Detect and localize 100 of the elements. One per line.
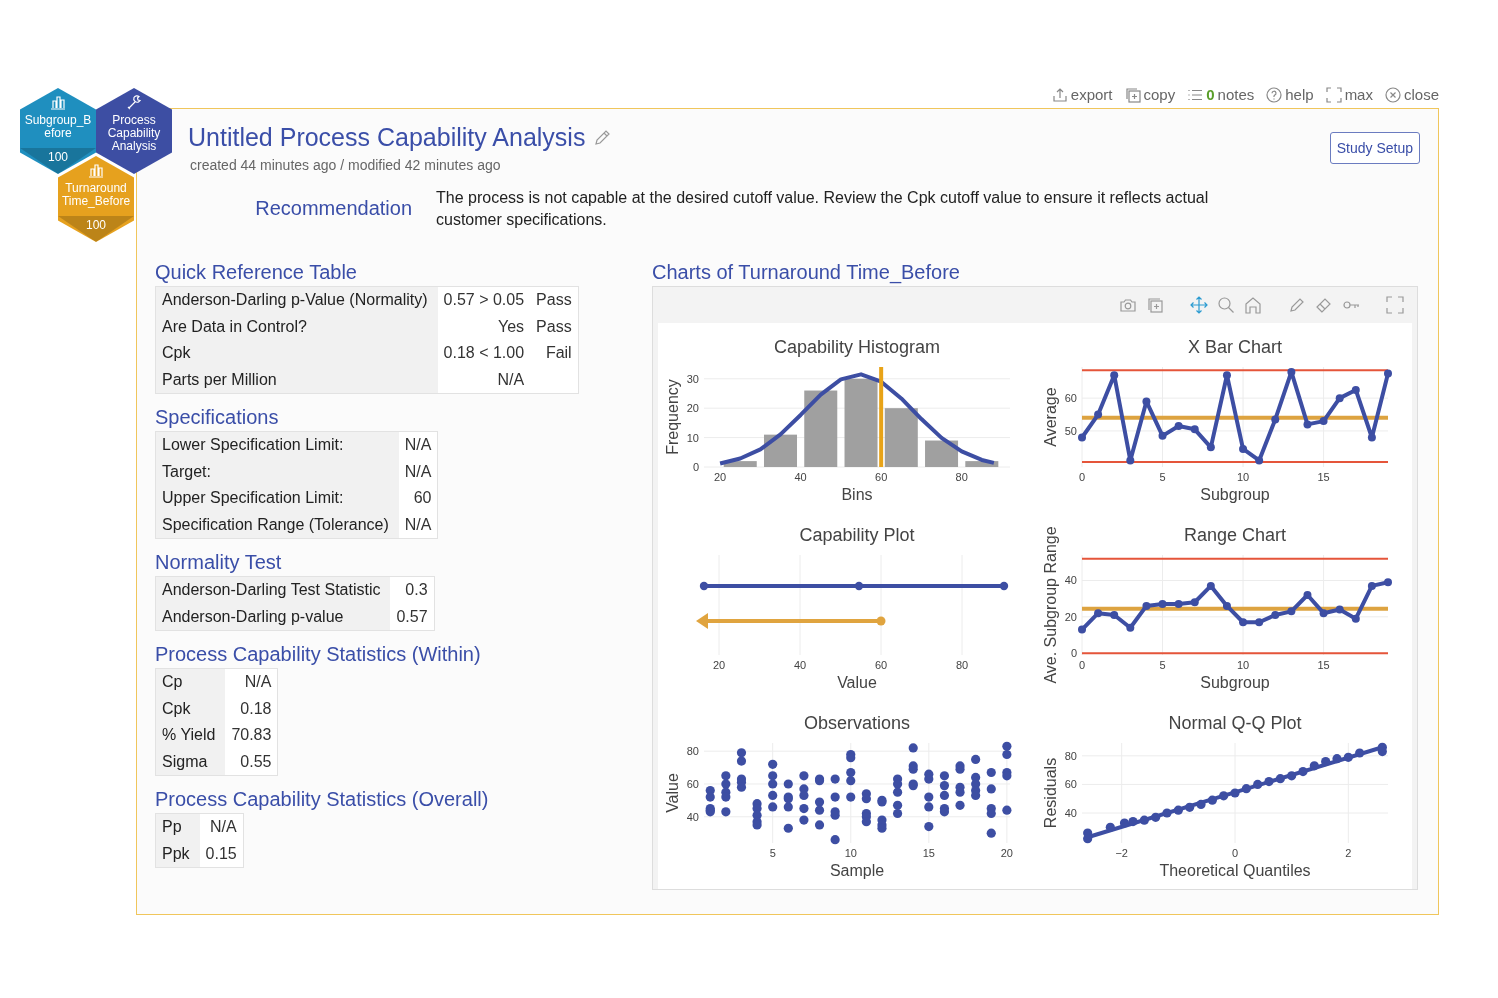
table-cell: N/A [437,366,531,394]
table-cell: Parts per Million [155,366,438,394]
study-timestamp: created 44 minutes ago / modified 42 minutes ago [190,157,502,173]
table-cell: Anderson-Darling Test Statistic [155,576,391,604]
table-cell: Ppk [155,840,200,868]
table-cell: Are Data in Control? [155,313,438,340]
axis-tick-label: 2 [1345,847,1352,859]
table-cell: Sigma [155,748,226,776]
table-title: Quick Reference Table [155,261,358,284]
axis-tick-label: 20 [712,659,726,671]
axis-title: Residuals [1042,757,1059,829]
copy-link[interactable]: copy [1124,86,1176,103]
table-cell: Upper Specification Limit: [155,485,399,512]
table-cell: N/A [398,431,438,459]
table-cell: Pass [530,286,579,314]
axis-tick-label: 40 [1064,574,1077,587]
table-cell: 0.57 > 0.05 [437,286,531,314]
axis-tick-label: −2 [1115,847,1128,859]
axis-title: Subgroup [1200,486,1270,503]
axis-tick-label: 0 [1078,659,1086,671]
axis-title: Frequency [664,379,681,455]
table-cell: Cp [155,668,226,696]
axis-tick-label: 80 [1064,749,1077,762]
table-cell: Anderson-Darling p-Value (Normality) [155,286,438,314]
table-cell: 0.3 [390,576,435,604]
axis-tick-label: 20 [686,402,699,415]
axis-tick-label: 0 [1078,471,1086,483]
table-cell: 60 [398,485,438,512]
chart-title: Range Chart [1183,525,1287,545]
table-cell: 0.15 [199,840,244,868]
axis-tick-label: 10 [844,847,857,859]
table-title: Specifications [155,406,280,429]
table-cell: N/A [225,668,278,696]
help-link[interactable]: help [1266,86,1314,103]
axis-tick-label: 60 [686,778,699,790]
table-cell: 0.55 [225,748,278,776]
max-link[interactable]: max [1325,86,1373,103]
axis-title: Value [837,674,877,691]
table-title: Process Capability Statistics (Overall) [155,788,490,811]
axis-tick-label: 0 [1231,847,1239,859]
axis-tick-label: 10 [1236,471,1250,483]
table-cell: Specification Range (Tolerance) [155,511,399,539]
axis-tick-label: 15 [1317,659,1330,671]
table-cell: Cpk [155,695,226,722]
axis-tick-label: 80 [686,745,699,758]
close-link[interactable]: close [1384,86,1439,103]
axis-title: Sample [829,862,885,879]
axis-tick-label: 5 [1159,659,1166,671]
axis-tick-label: 40 [686,810,699,823]
chart-title: Capability Histogram [773,337,941,357]
table-cell: Yes [437,313,531,340]
table-cell: Pp [155,813,200,841]
recommendation-text: The process is not capable at the desired cutoff value. Review the Cpk cutoff value to ensure it reflects actual customer specifications. [436,188,1210,230]
table-cell: 0.57 [390,603,435,631]
table-title: Process Capability Statistics (Within) [155,643,482,666]
export-link[interactable]: export [1051,86,1113,103]
table-cell: Fail [530,340,579,367]
workflow-node[interactable]: Process Capability Analysis [96,88,172,174]
notes-link[interactable]: 0 notes [1187,86,1255,103]
table-cell: Pass [530,313,579,340]
axis-tick-label: 20 [714,471,727,483]
chart-title: Capability Plot [799,525,915,545]
section-title: Charts of Turnaround Time_Before [652,261,961,284]
axis-title: Subgroup [1200,674,1270,691]
recommendation-heading: Recommendation [254,196,412,221]
axis-tick-label: 60 [1064,392,1077,405]
axis-tick-label: 20 [1064,610,1077,623]
axis-tick-label: 80 [955,659,969,671]
axis-title: Bins [841,486,873,503]
axis-tick-label: 50 [1064,424,1077,437]
axis-tick-label: 5 [769,847,776,859]
axis-tick-label: 5 [1159,471,1166,483]
table-cell: N/A [398,458,438,485]
table-cell: Lower Specification Limit: [155,431,399,459]
table-cell: 0.18 < 1.00 [437,340,531,367]
axis-tick-label: 15 [1317,471,1330,483]
table-cell: Cpk [155,340,438,367]
axis-tick-label: 80 [955,471,968,483]
table-cell: N/A [398,511,438,539]
table-cell: Anderson-Darling p-value [155,603,391,631]
axis-tick-label: 15 [922,847,935,859]
axis-tick-label: 30 [686,372,699,385]
chart-title: Normal Q-Q Plot [1168,713,1302,733]
axis-tick-label: 40 [1064,807,1077,819]
axis-title: Value [664,773,681,813]
table-cell: N/A [199,813,244,841]
workflow-node[interactable]: Subgroup_Before 100 [20,88,96,174]
study-setup-button[interactable]: Study Setup [1329,132,1420,164]
axis-tick-label: 40 [793,659,807,671]
axis-tick-label: 0 [692,461,699,473]
table-cell: Target: [155,458,399,485]
chart-title: X Bar Chart [1188,337,1282,357]
axis-title: Ave. Subgroup Range [1042,526,1059,684]
chart-title: Observations [803,713,911,733]
axis-title: Theoretical Quantiles [1159,862,1311,879]
axis-tick-label: 0 [1070,647,1077,660]
table-cell: 70.83 [225,722,278,749]
study-title: Untitled Process Capability Analysis [188,123,586,152]
axis-title: Average [1042,387,1059,447]
axis-tick-label: 40 [794,471,807,483]
